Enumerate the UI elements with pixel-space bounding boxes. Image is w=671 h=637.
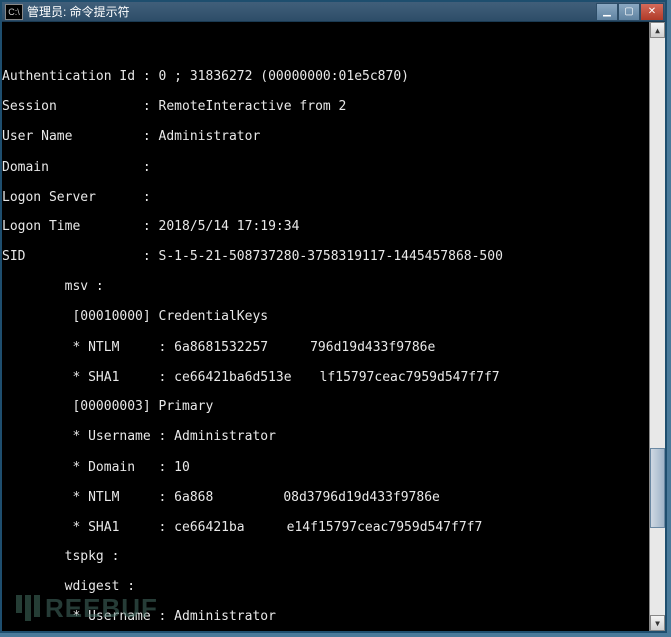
msv-credkeys: [00010000] CredentialKeys — [2, 309, 650, 324]
msv-ntlm-line: * NTLM : 6a8681532257796d19d433f9786e — [2, 339, 650, 354]
maximize-button[interactable]: ▢ — [618, 3, 640, 21]
terminal-output: Authentication Id : 0 ; 31836272 (000000… — [2, 22, 650, 631]
vertical-scrollbar[interactable]: ▲ ▼ — [649, 22, 665, 631]
window-title: 管理员: 命令提示符 — [27, 3, 596, 20]
scroll-track[interactable] — [650, 38, 665, 615]
scroll-down-button[interactable]: ▼ — [650, 615, 665, 631]
auth-id-line: Authentication Id : 0 ; 31836272 (000000… — [2, 69, 650, 84]
user-name-line: User Name : Administrator — [2, 129, 650, 144]
redacted — [268, 339, 310, 353]
msv-header: msv : — [2, 279, 650, 294]
redacted — [190, 459, 260, 473]
window-controls: ▁ ▢ ✕ — [596, 3, 664, 21]
redacted — [213, 489, 283, 503]
command-prompt-icon: C:\ — [5, 4, 23, 20]
wdigest-username: * Username : Administrator — [2, 609, 650, 624]
msv-username: * Username : Administrator — [2, 429, 650, 444]
redacted — [159, 159, 254, 173]
redacted — [292, 369, 320, 383]
titlebar[interactable]: C:\ 管理员: 命令提示符 ▁ ▢ ✕ — [2, 2, 665, 22]
session-line: Session : RemoteInteractive from 2 — [2, 99, 650, 114]
msv-domain: * Domain : 10 — [2, 459, 650, 474]
tspkg-line: tspkg : — [2, 549, 650, 564]
msv-primary: [00000003] Primary — [2, 399, 650, 414]
minimize-button[interactable]: ▁ — [596, 3, 618, 21]
logon-time-line: Logon Time : 2018/5/14 17:19:34 — [2, 219, 650, 234]
scroll-thumb[interactable] — [650, 448, 665, 528]
msv-sha1-line: * SHA1 : ce66421ba6d513elf15797ceac7959d… — [2, 369, 650, 384]
redacted — [159, 189, 254, 203]
sid-line: SID : S-1-5-21-508737280-3758319117-1445… — [2, 249, 650, 264]
close-button[interactable]: ✕ — [640, 3, 664, 21]
logon-server-line: Logon Server : — [2, 189, 650, 204]
msv-sha2-line: * SHA1 : ce66421bae14f15797ceac7959d547f… — [2, 519, 650, 534]
msv-ntlm2-line: * NTLM : 6a86808d3796d19d433f9786e — [2, 489, 650, 504]
scroll-up-button[interactable]: ▲ — [650, 22, 665, 38]
command-prompt-window: C:\ 管理员: 命令提示符 ▁ ▢ ✕ Authentication Id :… — [0, 0, 667, 633]
domain-line: Domain : — [2, 159, 650, 174]
redacted — [245, 519, 287, 533]
wdigest-header: wdigest : — [2, 579, 650, 594]
